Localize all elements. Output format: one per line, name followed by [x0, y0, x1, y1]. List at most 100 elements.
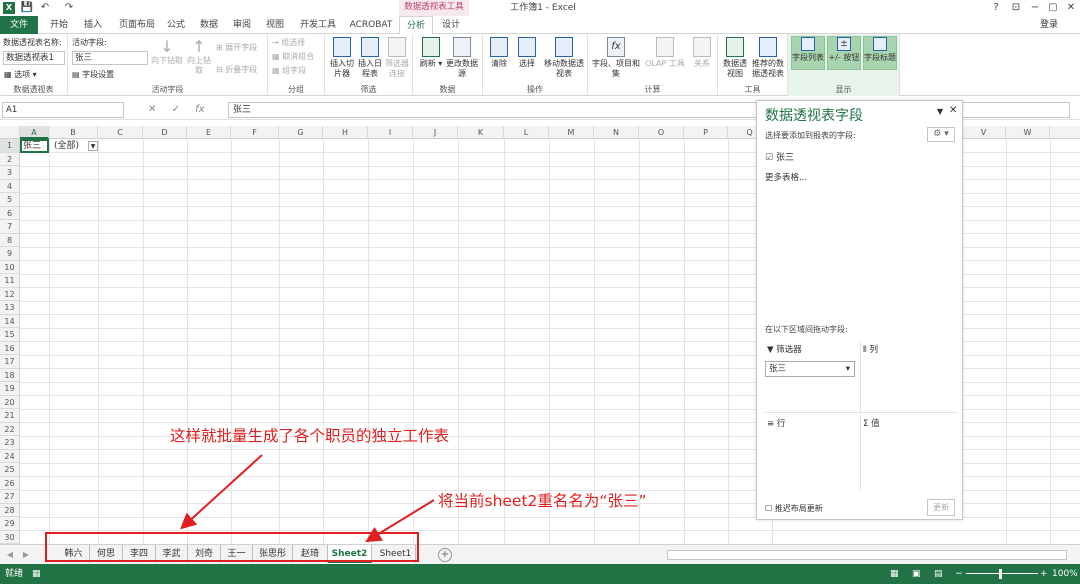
horizontal-scrollbar[interactable]	[667, 550, 1067, 560]
values-area[interactable]: Σ 值	[861, 415, 957, 491]
filter-connections-button[interactable]: 筛选器连接	[383, 37, 411, 79]
column-header-l[interactable]: L	[504, 126, 549, 139]
column-header-b[interactable]: B	[49, 126, 98, 139]
field-headers-button[interactable]: 字段标题	[863, 36, 897, 70]
add-sheet-icon[interactable]: +	[438, 548, 452, 562]
pivot-name-input[interactable]: 数据透视表1	[3, 51, 65, 65]
next-sheet-icon[interactable]: ▶	[20, 548, 32, 562]
options-button[interactable]: ▦ 选项 ▾	[4, 69, 37, 80]
row-header-9[interactable]: 9	[0, 247, 20, 261]
active-field-input[interactable]: 张三	[72, 51, 148, 65]
select-all-corner[interactable]	[0, 126, 20, 139]
column-header-f[interactable]: F	[231, 126, 279, 139]
relationships-button[interactable]: 关系	[688, 37, 716, 69]
clear-button[interactable]: 清除	[485, 37, 513, 69]
row-header-20[interactable]: 20	[0, 395, 20, 409]
zoom-slider-thumb[interactable]	[999, 569, 1002, 579]
move-pivot-button[interactable]: 移动数据透视表	[541, 37, 587, 79]
column-header-k[interactable]: K	[458, 126, 504, 139]
ungroup-button[interactable]: ▦ 取消组合	[272, 51, 314, 62]
tab-home[interactable]: 开始	[44, 16, 74, 34]
row-header-26[interactable]: 26	[0, 476, 20, 490]
gear-icon[interactable]: ⚙ ▾	[927, 127, 955, 142]
row-header-3[interactable]: 3	[0, 166, 20, 180]
row-header-18[interactable]: 18	[0, 368, 20, 382]
group-field-button[interactable]: ▦ 组字段	[272, 65, 306, 76]
column-header-o[interactable]: O	[639, 126, 684, 139]
help-button[interactable]: ?	[985, 0, 1007, 16]
column-header-w[interactable]: W	[1006, 126, 1050, 139]
refresh-button[interactable]: 刷新 ▾	[417, 37, 445, 69]
row-header-23[interactable]: 23	[0, 436, 20, 450]
row-header-19[interactable]: 19	[0, 382, 20, 396]
column-header-g[interactable]: G	[279, 126, 323, 139]
save-icon[interactable]: 💾	[20, 1, 34, 15]
row-header-28[interactable]: 28	[0, 503, 20, 517]
drill-up-button[interactable]: ↑ 向上钻取	[184, 38, 214, 76]
macro-record-icon[interactable]: ▦	[32, 564, 41, 584]
pivot-chart-button[interactable]: 数据透视图	[720, 37, 750, 79]
change-source-button[interactable]: 更改数据源	[445, 37, 479, 79]
column-header-j[interactable]: J	[413, 126, 458, 139]
row-header-14[interactable]: 14	[0, 314, 20, 328]
filters-area[interactable]: ▼ 筛选器	[765, 341, 861, 413]
olap-tools-button[interactable]: OLAP 工具	[642, 37, 688, 69]
columns-area[interactable]: ⦀ 列	[861, 341, 957, 413]
zoom-level[interactable]: 100%	[1052, 564, 1078, 584]
row-header-15[interactable]: 15	[0, 328, 20, 342]
column-header-m[interactable]: M	[549, 126, 594, 139]
tab-developer[interactable]: 开发工具	[294, 16, 342, 34]
field-name[interactable]: 张三	[776, 153, 794, 163]
tab-design[interactable]: 设计	[436, 16, 466, 34]
column-header-v[interactable]: V	[962, 126, 1006, 139]
row-header-24[interactable]: 24	[0, 449, 20, 463]
login-link[interactable]: 登录	[1040, 16, 1058, 34]
row-header-12[interactable]: 12	[0, 287, 20, 301]
row-header-22[interactable]: 22	[0, 422, 20, 436]
cell-a1[interactable]: 张三	[20, 139, 49, 153]
pane-close-icon[interactable]: ✕	[949, 105, 957, 116]
zoom-in-icon[interactable]: +	[1040, 564, 1048, 584]
row-header-25[interactable]: 25	[0, 463, 20, 477]
redo-icon[interactable]: ↷	[62, 1, 76, 15]
insert-function-icon[interactable]: fx	[195, 104, 204, 115]
tab-review[interactable]: 审阅	[228, 16, 256, 34]
defer-update-option[interactable]: ☐ 推迟布局更新	[765, 503, 823, 514]
tab-page-layout[interactable]: 页面布局	[112, 16, 162, 34]
row-header-13[interactable]: 13	[0, 301, 20, 315]
column-header-h[interactable]: H	[323, 126, 368, 139]
row-header-21[interactable]: 21	[0, 409, 20, 423]
name-box[interactable]: A1	[2, 102, 124, 118]
row-header-17[interactable]: 17	[0, 355, 20, 369]
group-selection-button[interactable]: → 组选择	[272, 37, 305, 48]
column-header-n[interactable]: N	[594, 126, 639, 139]
update-button[interactable]: 更新	[927, 499, 955, 516]
fields-items-sets-button[interactable]: fx 字段、项目和集	[590, 37, 642, 79]
collapse-field-button[interactable]: ⊟ 折叠字段	[216, 64, 257, 75]
row-header-7[interactable]: 7	[0, 220, 20, 234]
plus-minus-buttons-button[interactable]: ± +/- 按钮	[827, 36, 861, 70]
page-break-view-icon[interactable]: ▤	[934, 564, 943, 584]
column-header-p[interactable]: P	[684, 126, 728, 139]
tab-analyze[interactable]: 分析	[399, 16, 433, 35]
recommended-pivot-button[interactable]: 推荐的数据透视表	[750, 37, 786, 79]
cancel-icon[interactable]: ✕	[148, 104, 156, 115]
insert-slicer-button[interactable]: 插入切片器	[327, 37, 357, 79]
pane-menu-icon[interactable]: ▼	[937, 107, 943, 116]
column-header-a[interactable]: A	[20, 126, 49, 139]
row-header-5[interactable]: 5	[0, 193, 20, 207]
row-header-6[interactable]: 6	[0, 206, 20, 220]
field-list-button[interactable]: 字段列表	[791, 36, 825, 70]
page-layout-view-icon[interactable]: ▣	[912, 564, 921, 584]
filter-field-dropdown[interactable]: 张三 ▾	[765, 361, 855, 377]
zoom-slider[interactable]	[966, 573, 1038, 574]
tab-acrobat[interactable]: ACROBAT	[346, 16, 396, 34]
row-header-2[interactable]: 2	[0, 152, 20, 166]
row-header-30[interactable]: 30	[0, 530, 20, 544]
row-header-4[interactable]: 4	[0, 179, 20, 193]
row-header-11[interactable]: 11	[0, 274, 20, 288]
row-header-10[interactable]: 10	[0, 260, 20, 274]
tab-insert[interactable]: 插入	[78, 16, 108, 34]
row-header-8[interactable]: 8	[0, 233, 20, 247]
tab-view[interactable]: 视图	[261, 16, 289, 34]
